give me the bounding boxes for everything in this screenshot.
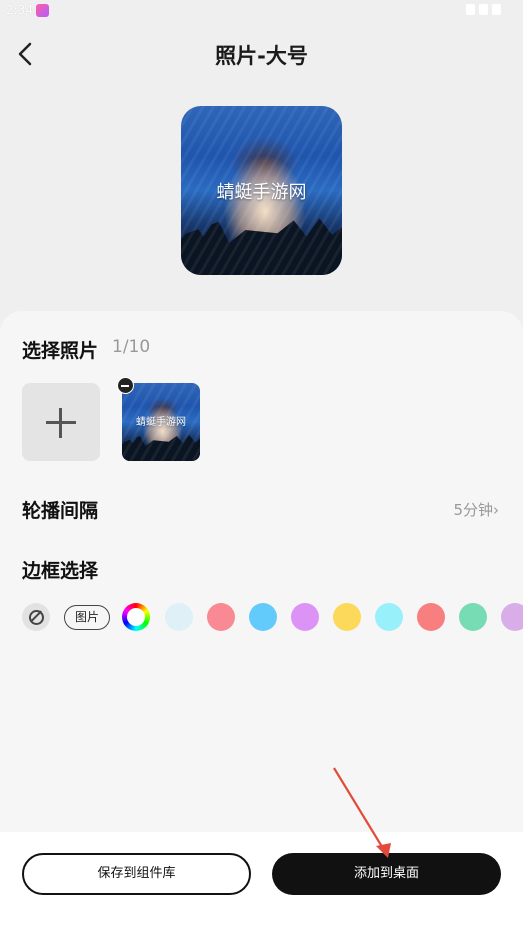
- wifi-icon: [466, 4, 475, 15]
- page-title: 照片-大号: [215, 44, 308, 68]
- color-wheel-icon[interactable]: [122, 603, 150, 631]
- border-title: 边框选择: [22, 560, 99, 582]
- color-swatch[interactable]: [459, 603, 487, 631]
- chevron-right-icon: ›: [493, 501, 499, 519]
- interval-value: 5分钟: [453, 501, 493, 519]
- battery-icon: [492, 4, 501, 15]
- color-swatch[interactable]: [417, 603, 445, 631]
- header: 照片-大号: [0, 30, 523, 78]
- widget-preview: 蜻蜓手游网: [181, 106, 342, 275]
- interval-selector[interactable]: 5分钟›: [453, 499, 499, 520]
- preview-watermark: 蜻蜓手游网: [216, 182, 307, 203]
- remove-photo-button[interactable]: [117, 377, 134, 394]
- status-icons: [466, 4, 501, 15]
- color-swatch[interactable]: [249, 603, 277, 631]
- signal-icon: [479, 4, 488, 15]
- thumbnail-watermark: 蜻蜓手游网: [136, 417, 186, 428]
- picture-border-option[interactable]: 图片: [64, 605, 110, 630]
- color-swatch[interactable]: [291, 603, 319, 631]
- status-time: 2:34: [6, 3, 33, 17]
- color-swatch[interactable]: [333, 603, 361, 631]
- save-to-library-button[interactable]: 保存到组件库: [22, 853, 251, 895]
- no-border-icon[interactable]: [22, 603, 50, 631]
- color-swatch[interactable]: [165, 603, 193, 631]
- select-photo-title: 选择照片: [22, 340, 99, 362]
- border-swatches: 图片: [22, 603, 523, 633]
- app-notification-icon: [36, 4, 49, 17]
- color-swatch[interactable]: [501, 603, 523, 631]
- minus-icon: [121, 384, 129, 387]
- add-to-desktop-button[interactable]: 添加到桌面: [272, 853, 501, 895]
- add-photo-button[interactable]: [22, 383, 100, 461]
- color-swatch[interactable]: [207, 603, 235, 631]
- color-swatch[interactable]: [375, 603, 403, 631]
- interval-label: 轮播间隔: [22, 500, 99, 522]
- photo-count: 1/10: [112, 337, 151, 357]
- status-bar: 2:34: [0, 0, 523, 22]
- photo-thumbnail[interactable]: 蜻蜓手游网: [122, 383, 200, 461]
